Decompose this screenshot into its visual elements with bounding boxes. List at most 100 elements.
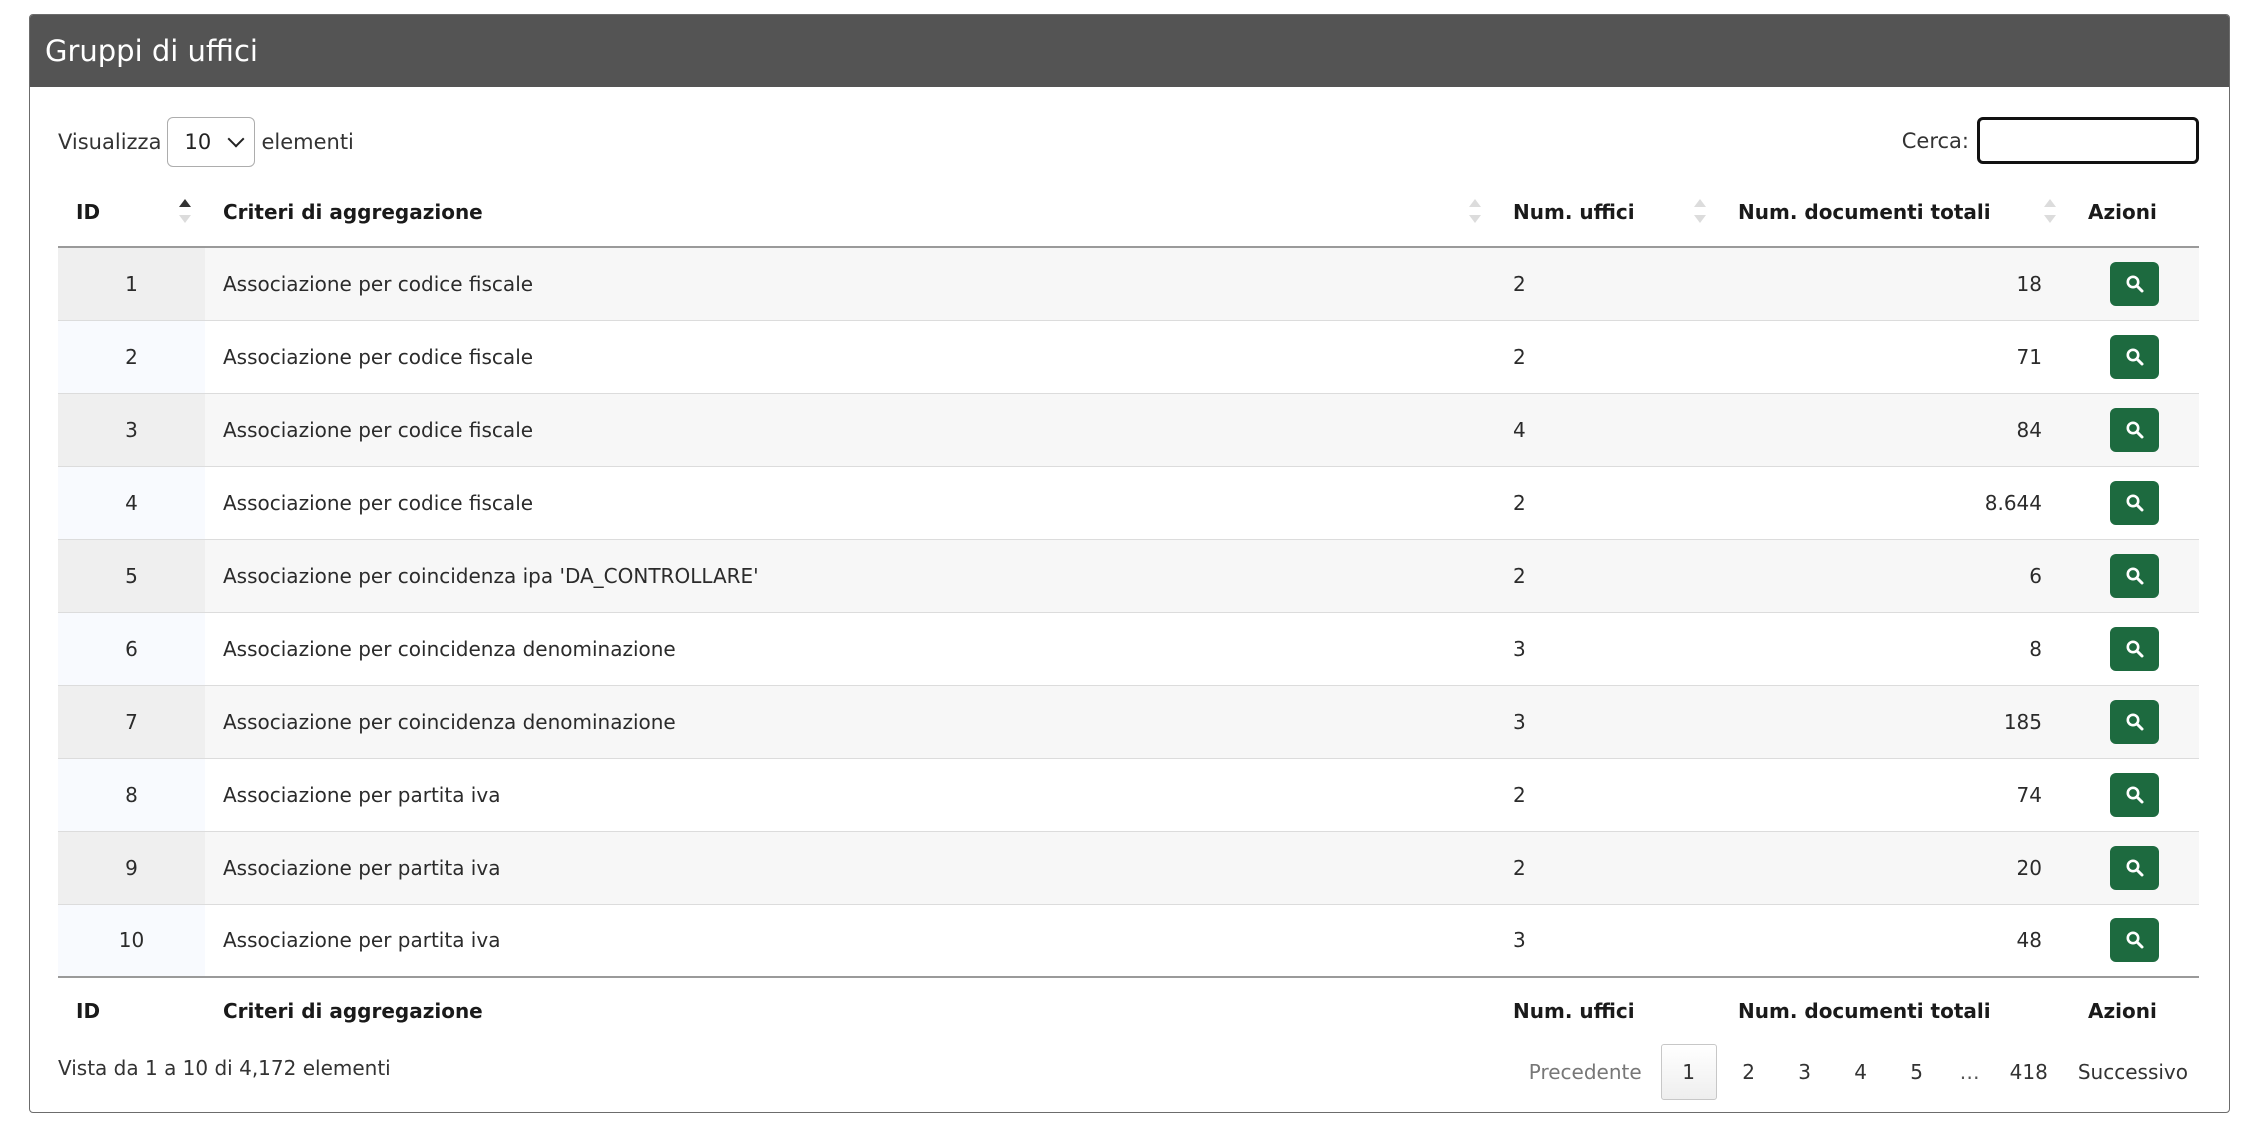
- view-details-button[interactable]: [2110, 334, 2159, 379]
- pagination-page[interactable]: 3: [1777, 1044, 1833, 1100]
- table-row: 1 Associazione per codice fiscale 2 18: [58, 247, 2199, 320]
- search-icon: [2126, 275, 2143, 293]
- cell-num-offices: 4: [1495, 392, 1720, 466]
- cell-id: 2: [58, 319, 205, 393]
- search-icon: [2126, 494, 2143, 511]
- table-row: 6 Associazione per coincidenza denominazi…: [58, 611, 2199, 685]
- table-row: 2 Associazione per codice fiscale 2 71: [58, 319, 2199, 393]
- sort-icon: [1469, 199, 1481, 223]
- search-icon: [2126, 859, 2143, 876]
- view-details-button[interactable]: [2110, 261, 2159, 306]
- cell-actions: [2070, 684, 2199, 758]
- table-row: 10 Associazione per partita iva 3 48: [58, 903, 2199, 977]
- cell-num-offices: 2: [1495, 757, 1720, 831]
- cell-id: 10: [58, 903, 205, 977]
- cell-num-docs: 74: [1720, 757, 2070, 831]
- cell-id: 1: [58, 247, 205, 320]
- view-details-button[interactable]: [2110, 626, 2159, 671]
- cell-actions: [2070, 830, 2199, 904]
- offices-groups-table: ID Criteri di aggregazione Num. uffici N…: [58, 177, 2199, 1043]
- table-footer-row: ID Criteri di aggregazione Num. uffici N…: [58, 976, 2199, 1043]
- cell-num-docs: 6: [1720, 538, 2070, 612]
- pagination-page-current[interactable]: 1: [1660, 1044, 1717, 1100]
- cell-num-docs: 8.644: [1720, 465, 2070, 539]
- pagination-previous[interactable]: Precedente: [1514, 1044, 1657, 1100]
- table-row: 5 Associazione per coincidenza ipa 'DA_CO…: [58, 538, 2199, 612]
- cell-num-offices: 3: [1495, 684, 1720, 758]
- pagination-page[interactable]: 2: [1721, 1044, 1777, 1100]
- column-header-num-docs-label: Num. documenti totali: [1738, 199, 1991, 224]
- pagination-ellipsis: …: [1959, 1060, 1980, 1084]
- pagination-page[interactable]: 5: [1889, 1044, 1945, 1100]
- cell-actions: [2070, 538, 2199, 612]
- search-input[interactable]: [1977, 117, 2199, 164]
- cell-num-docs: 48: [1720, 903, 2070, 977]
- search-icon: [2126, 567, 2143, 584]
- cell-num-docs: 185: [1720, 684, 2070, 758]
- length-prefix-label: Visualizza: [58, 130, 162, 154]
- search-icon: [2126, 640, 2143, 657]
- panel-title: Gruppi di uffici: [30, 15, 2229, 87]
- cell-num-docs: 8: [1720, 611, 2070, 685]
- table-row: 9 Associazione per partita iva 2 20: [58, 830, 2199, 904]
- cell-criteria: Associazione per coincidenza denominazio…: [205, 684, 1495, 758]
- view-details-button[interactable]: [2110, 553, 2159, 598]
- cell-num-offices: 3: [1495, 903, 1720, 977]
- cell-num-docs: 71: [1720, 319, 2070, 393]
- sort-icon: [2044, 199, 2056, 223]
- column-header-num-offices[interactable]: Num. uffici: [1495, 177, 1720, 248]
- footer-header-criteria: Criteri di aggregazione: [205, 976, 1495, 1043]
- column-header-id[interactable]: ID: [58, 177, 205, 248]
- column-header-criteria[interactable]: Criteri di aggregazione: [205, 177, 1495, 248]
- column-header-num-offices-label: Num. uffici: [1513, 199, 1635, 224]
- cell-id: 8: [58, 757, 205, 831]
- column-header-num-docs[interactable]: Num. documenti totali: [1720, 177, 2070, 248]
- table-row: 7 Associazione per coincidenza denominazi…: [58, 684, 2199, 758]
- search-icon: [2126, 348, 2143, 365]
- cell-id: 6: [58, 611, 205, 685]
- pagination-page-last[interactable]: 418: [1995, 1044, 2063, 1100]
- cell-actions: [2070, 611, 2199, 685]
- cell-id: 7: [58, 684, 205, 758]
- cell-criteria: Associazione per codice fiscale: [205, 319, 1495, 393]
- footer-header-actions: Azioni: [2070, 976, 2199, 1043]
- cell-actions: [2070, 903, 2199, 977]
- view-details-button[interactable]: [2110, 699, 2159, 744]
- cell-id: 3: [58, 392, 205, 466]
- view-details-button[interactable]: [2110, 407, 2159, 452]
- view-details-button[interactable]: [2110, 845, 2159, 890]
- sort-asc-icon: [179, 199, 191, 223]
- search-icon: [2126, 713, 2143, 730]
- table-info: Vista da 1 a 10 di 4,172 elementi: [58, 1056, 391, 1080]
- cell-id: 5: [58, 538, 205, 612]
- table-row: 8 Associazione per partita iva 2 74: [58, 757, 2199, 831]
- search-icon: [2126, 786, 2143, 803]
- pagination-page[interactable]: 4: [1833, 1044, 1889, 1100]
- cell-criteria: Associazione per codice fiscale: [205, 465, 1495, 539]
- cell-num-docs: 20: [1720, 830, 2070, 904]
- cell-num-docs: 84: [1720, 392, 2070, 466]
- footer-header-num-offices: Num. uffici: [1495, 976, 1720, 1043]
- view-details-button[interactable]: [2110, 918, 2159, 963]
- page-length-value: 10: [184, 130, 212, 154]
- cell-actions: [2070, 392, 2199, 466]
- page-length-select[interactable]: 10: [167, 117, 256, 167]
- cell-actions: [2070, 465, 2199, 539]
- search-label: Cerca:: [1901, 128, 1969, 153]
- length-suffix-label: elementi: [261, 130, 354, 154]
- column-header-id-label: ID: [76, 199, 101, 224]
- cell-criteria: Associazione per codice fiscale: [205, 247, 1495, 320]
- footer-header-num-docs: Num. documenti totali: [1720, 976, 2070, 1043]
- cell-criteria: Associazione per partita iva: [205, 830, 1495, 904]
- cell-actions: [2070, 757, 2199, 831]
- cell-num-offices: 2: [1495, 830, 1720, 904]
- footer-header-id: ID: [58, 976, 205, 1043]
- view-details-button[interactable]: [2110, 772, 2159, 817]
- cell-criteria: Associazione per coincidenza denominazio…: [205, 611, 1495, 685]
- cell-id: 9: [58, 830, 205, 904]
- column-header-actions: Azioni: [2070, 177, 2199, 248]
- pagination: Precedente 1 2 3 4 5 … 418 Successivo: [1514, 1044, 2203, 1100]
- chevron-down-icon: [227, 130, 245, 148]
- view-details-button[interactable]: [2110, 480, 2159, 525]
- pagination-next[interactable]: Successivo: [2063, 1044, 2203, 1100]
